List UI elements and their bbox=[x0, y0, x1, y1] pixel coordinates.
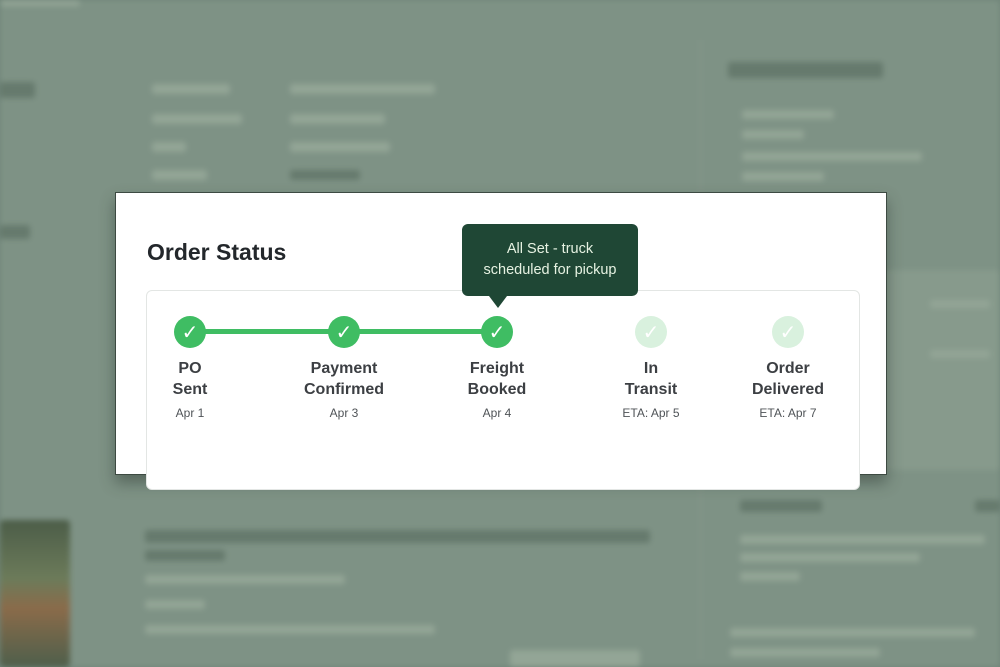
tooltip-text: All Set - truck bbox=[506, 241, 594, 257]
check-icon: ✓ bbox=[481, 316, 513, 348]
step-freight-booked[interactable]: ✓ Freight Booked Apr 4 bbox=[427, 316, 567, 420]
check-icon: ✓ bbox=[635, 316, 667, 348]
step-tooltip: All Set - truck scheduled for pickup bbox=[462, 224, 638, 296]
tooltip-text: scheduled for pickup bbox=[483, 262, 617, 278]
step-date: Apr 3 bbox=[329, 406, 359, 420]
step-label: Order bbox=[766, 360, 810, 377]
step-po-sent[interactable]: ✓ PO Sent Apr 1 bbox=[120, 316, 260, 420]
order-status-title: Order Status bbox=[147, 239, 287, 265]
step-label: Confirmed bbox=[304, 381, 384, 398]
tooltip-arrow bbox=[489, 296, 507, 308]
step-label: Transit bbox=[624, 381, 678, 398]
step-date: ETA: Apr 7 bbox=[759, 406, 817, 420]
step-date: ETA: Apr 5 bbox=[622, 406, 680, 420]
check-icon: ✓ bbox=[174, 316, 206, 348]
order-status-card: Order Status ✓ PO Sent Apr 1 ✓ Payment C… bbox=[115, 192, 887, 490]
step-label: PO bbox=[178, 360, 202, 377]
step-label: Booked bbox=[467, 381, 527, 398]
step-label: Freight bbox=[469, 360, 525, 377]
step-date: Apr 1 bbox=[175, 406, 205, 420]
step-label: Delivered bbox=[751, 381, 825, 398]
step-order-delivered[interactable]: ✓ Order Delivered ETA: Apr 7 bbox=[718, 316, 858, 420]
step-date: Apr 4 bbox=[482, 406, 512, 420]
check-icon: ✓ bbox=[772, 316, 804, 348]
step-label: In bbox=[643, 360, 659, 377]
step-label: Sent bbox=[172, 381, 208, 398]
check-icon: ✓ bbox=[328, 316, 360, 348]
step-in-transit[interactable]: ✓ In Transit ETA: Apr 5 bbox=[581, 316, 721, 420]
step-payment-confirmed[interactable]: ✓ Payment Confirmed Apr 3 bbox=[274, 316, 414, 420]
step-label: Payment bbox=[310, 360, 378, 377]
